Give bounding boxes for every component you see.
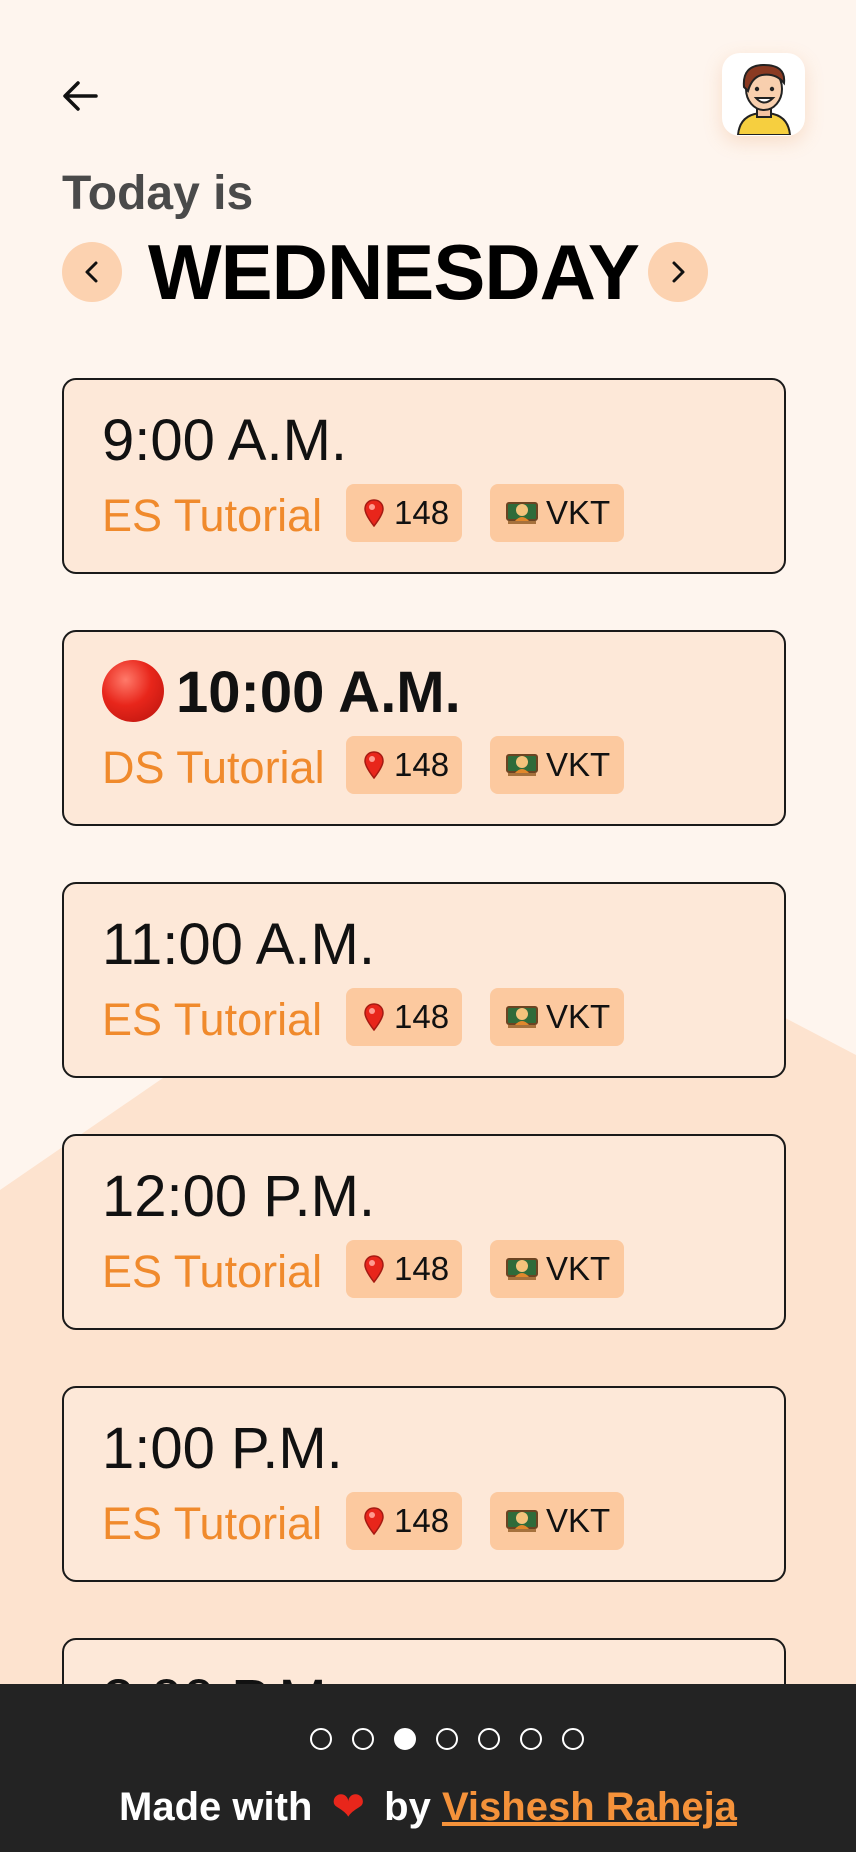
next-day-button[interactable] (648, 242, 708, 302)
room-badge: 148 (346, 736, 462, 794)
room-badge: 148 (346, 1492, 462, 1550)
page-dot[interactable] (394, 1728, 416, 1750)
schedule-card[interactable]: 2:00 P.M. (62, 1638, 786, 1684)
course-name: ES Tutorial (102, 490, 323, 541)
by-text: by (384, 1785, 431, 1829)
author-link[interactable]: Vishesh Raheja (442, 1785, 737, 1829)
course-name: ES Tutorial (102, 1498, 323, 1549)
pin-icon (362, 1506, 386, 1536)
room-number: 148 (394, 494, 450, 531)
teacher-icon (506, 1507, 538, 1535)
back-button[interactable] (56, 72, 104, 120)
teacher-icon (506, 1255, 538, 1283)
chevron-left-icon (85, 261, 98, 283)
day-selector: WEDNESDAY (62, 232, 762, 312)
teacher-badge: VKT (490, 736, 624, 794)
course-name: ES Tutorial (102, 1246, 323, 1297)
page-dot[interactable] (352, 1728, 374, 1750)
teacher-icon (506, 1003, 538, 1031)
chevron-right-icon (672, 261, 685, 283)
pin-icon (362, 1254, 386, 1284)
arrow-left-icon (63, 81, 98, 111)
teacher-badge: VKT (490, 1492, 624, 1550)
room-number: 148 (394, 1250, 450, 1287)
room-badge: 148 (346, 988, 462, 1046)
page-dot[interactable] (562, 1728, 584, 1750)
teacher-badge: VKT (490, 484, 624, 542)
room-number: 148 (394, 998, 450, 1035)
class-time: 9:00 A.M. (102, 408, 348, 473)
class-time: 10:00 A.M. (176, 660, 461, 725)
credits: Made with ❤ by Vishesh Raheja (0, 1784, 856, 1830)
pin-icon (362, 1002, 386, 1032)
heart-icon: ❤ (331, 1785, 366, 1829)
class-time: 2:00 P.M. (102, 1666, 343, 1684)
schedule-card-current[interactable]: 10:00 A.M. DS Tutorial 148 VKT (62, 630, 786, 826)
class-time: 11:00 A.M. (102, 912, 375, 977)
teacher-name: VKT (546, 998, 611, 1035)
course-name: DS Tutorial (102, 742, 325, 793)
today-label: Today is (62, 167, 254, 220)
previous-day-button[interactable] (62, 242, 122, 302)
course-name: ES Tutorial (102, 994, 323, 1045)
user-avatar-icon (736, 63, 791, 135)
room-badge: 148 (346, 1240, 462, 1298)
teacher-name: VKT (546, 1502, 611, 1539)
teacher-name: VKT (546, 494, 611, 531)
footer: Made with ❤ by Vishesh Raheja (0, 1684, 856, 1852)
day-pagination (310, 1728, 604, 1752)
avatar[interactable] (722, 53, 805, 136)
room-badge: 148 (346, 484, 462, 542)
page-dot[interactable] (310, 1728, 332, 1750)
teacher-icon (506, 499, 538, 527)
day-title: WEDNESDAY (148, 228, 640, 316)
pin-icon (362, 750, 386, 780)
teacher-name: VKT (546, 746, 611, 783)
teacher-badge: VKT (490, 988, 624, 1046)
class-time: 12:00 P.M. (102, 1164, 376, 1229)
teacher-badge: VKT (490, 1240, 624, 1298)
schedule-card[interactable]: 11:00 A.M. ES Tutorial 148 VKT (62, 882, 786, 1078)
schedule-card[interactable]: 12:00 P.M. ES Tutorial 148 VKT (62, 1134, 786, 1330)
room-number: 148 (394, 746, 450, 783)
pin-icon (362, 498, 386, 528)
teacher-icon (506, 751, 538, 779)
live-indicator-icon (102, 660, 164, 722)
page-dot[interactable] (520, 1728, 542, 1750)
room-number: 148 (394, 1502, 450, 1539)
schedule-card[interactable]: 9:00 A.M. ES Tutorial 148 VKT (62, 378, 786, 574)
schedule-card[interactable]: 1:00 P.M. ES Tutorial 148 VKT (62, 1386, 786, 1582)
teacher-name: VKT (546, 1250, 611, 1287)
page-dot[interactable] (478, 1728, 500, 1750)
page-dot[interactable] (436, 1728, 458, 1750)
class-time: 1:00 P.M. (102, 1416, 343, 1481)
made-with-text: Made with (119, 1785, 313, 1829)
main-content: Today is WEDNESDAY 9:00 A.M. ES Tutorial 1… (0, 0, 856, 1684)
